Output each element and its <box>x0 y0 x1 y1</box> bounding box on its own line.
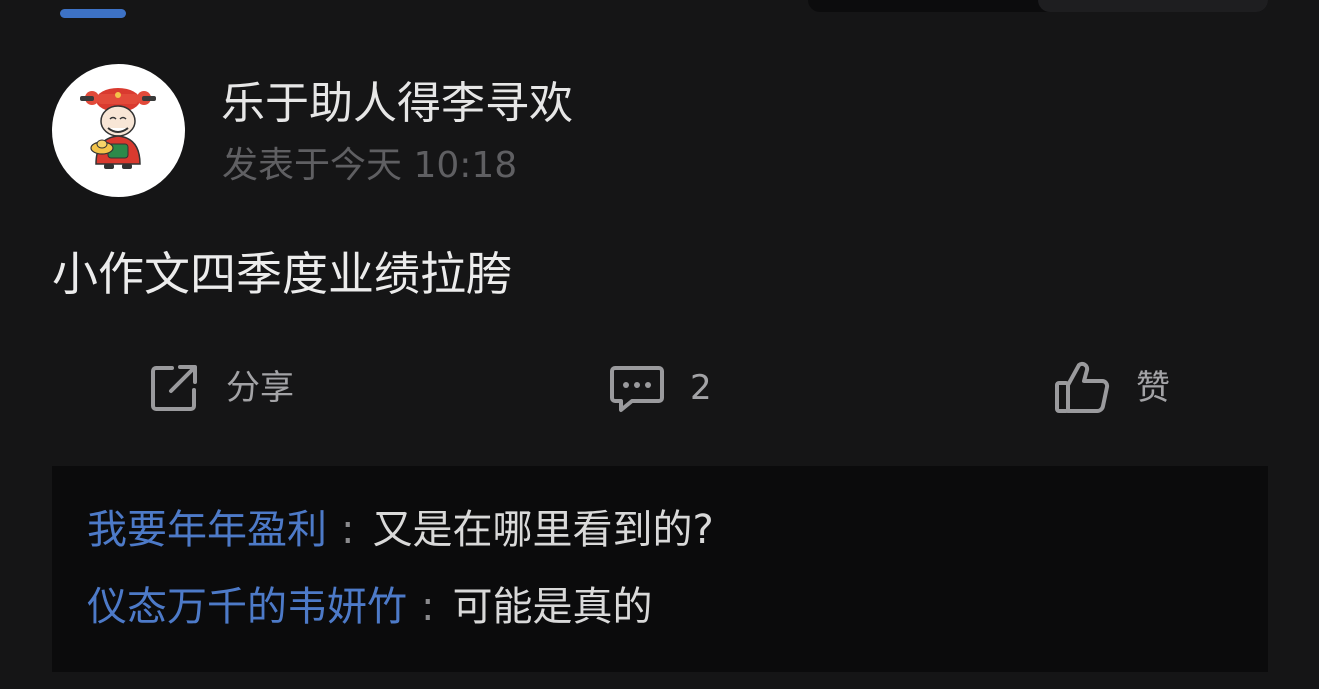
comment-text: 可能是真的 <box>452 584 653 630</box>
author-name[interactable]: 乐于助人得李寻欢 <box>221 76 573 132</box>
commenter-name[interactable]: 我要年年盈利 <box>87 507 327 553</box>
comments-preview[interactable]: 我要年年盈利: 又是在哪里看到的? 仪态万千的韦妍竹: 可能是真的 <box>52 466 1268 672</box>
top-bar-fragment <box>808 0 1268 12</box>
post-timestamp: 发表于今天 10:18 <box>222 145 518 186</box>
comment-text: 又是在哪里看到的? <box>372 507 714 553</box>
share-button[interactable]: 分享 <box>146 356 294 420</box>
comment-separator: : <box>341 507 355 553</box>
comment-button[interactable]: 2 <box>608 356 712 420</box>
share-icon <box>151 365 197 411</box>
top-bar-button-fragment[interactable] <box>1038 0 1268 12</box>
share-label: 分享 <box>226 368 294 408</box>
comment-count: 2 <box>690 368 712 408</box>
comment-item[interactable]: 我要年年盈利: 又是在哪里看到的? <box>87 504 714 556</box>
commenter-name[interactable]: 仪态万千的韦妍竹 <box>87 584 407 630</box>
comment-icon <box>610 366 664 412</box>
comment-item[interactable]: 仪态万千的韦妍竹: 可能是真的 <box>87 581 652 633</box>
comment-separator: : <box>421 584 435 630</box>
like-button[interactable]: 赞 <box>1052 356 1170 420</box>
post-page: 乐于助人得李寻欢 发表于今天 10:18 小作文四季度业绩拉胯 分享 2 赞 我… <box>0 0 1319 689</box>
god-of-wealth-avatar-icon <box>80 88 156 169</box>
thumbs-up-icon <box>1055 361 1110 413</box>
post-body-text[interactable]: 小作文四季度业绩拉胯 <box>52 244 512 304</box>
like-label: 赞 <box>1136 368 1170 408</box>
active-tab-indicator <box>60 9 126 18</box>
avatar[interactable] <box>52 64 185 197</box>
